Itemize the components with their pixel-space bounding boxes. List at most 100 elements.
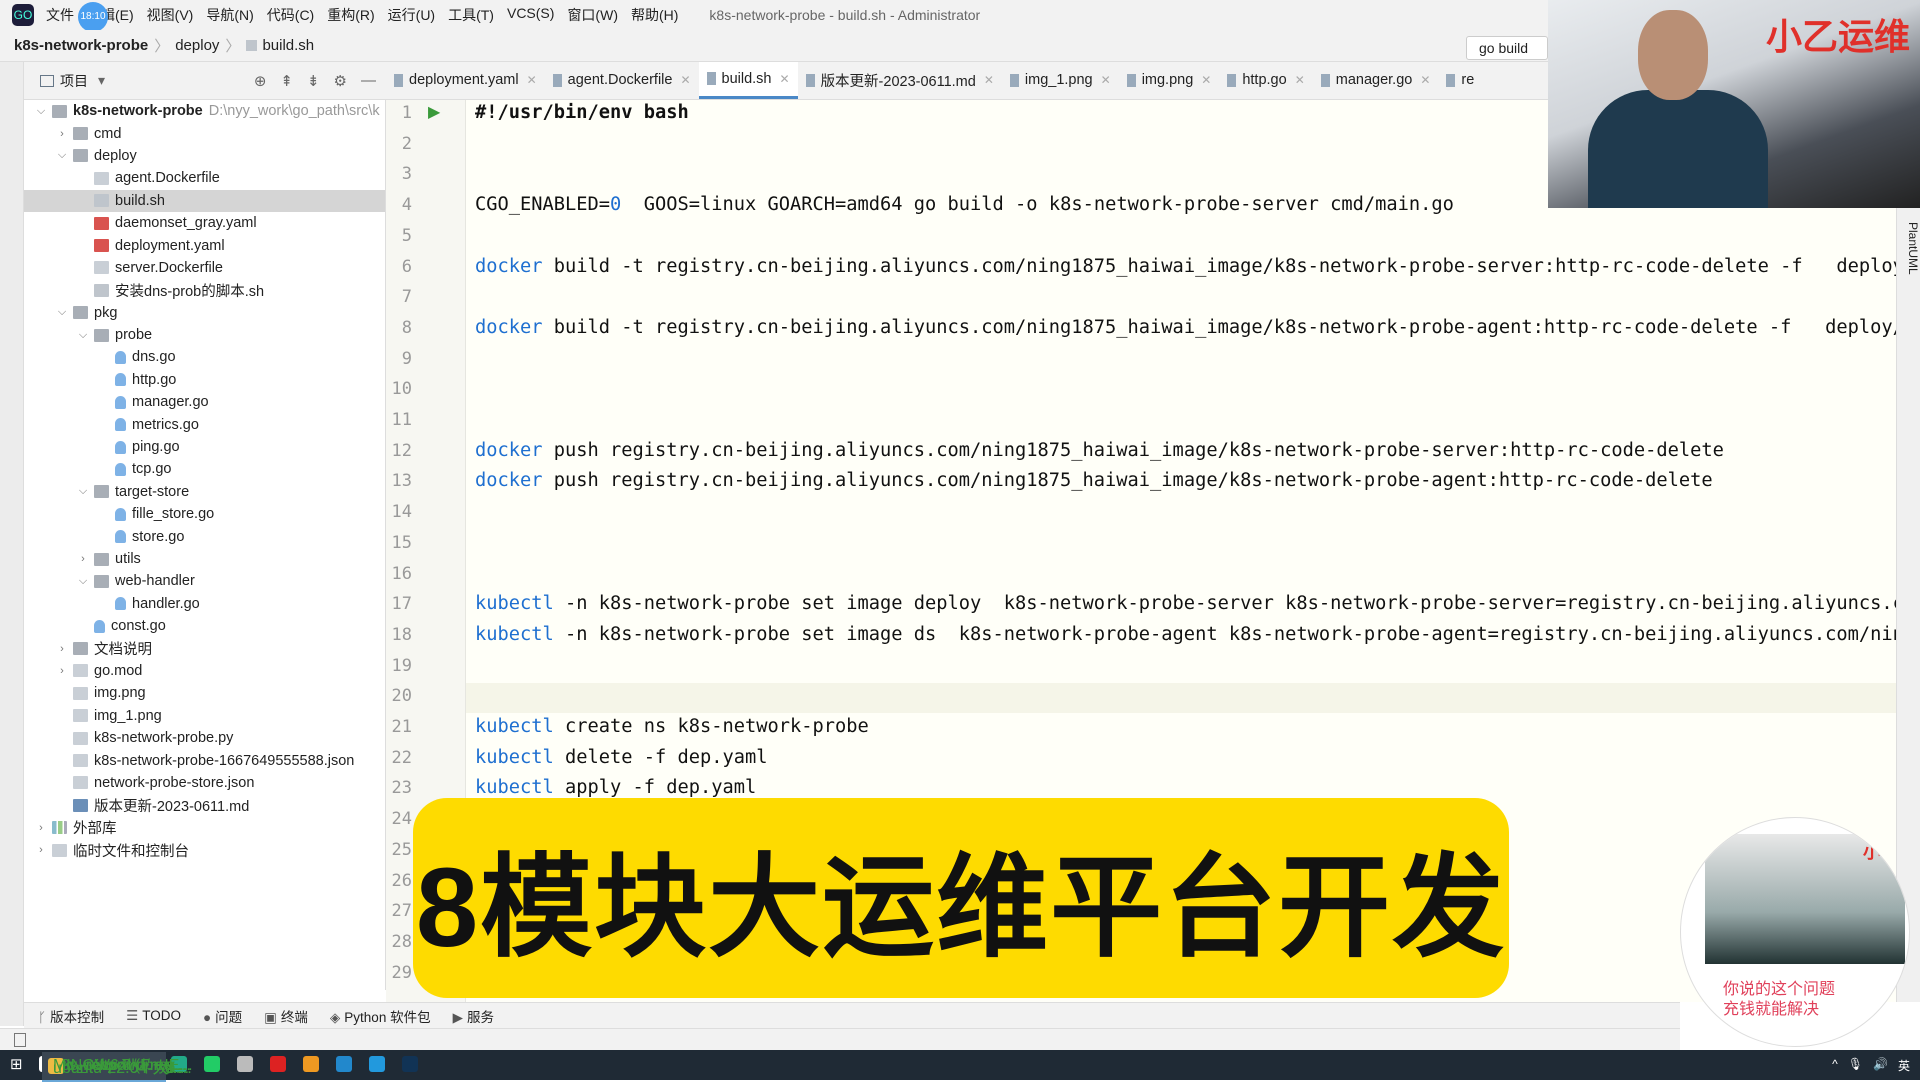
expand-all-icon[interactable]: ⇞ [280,72,293,90]
taskbar-app[interactable] [396,1050,429,1080]
tree-item[interactable]: ⌵ pkg [24,302,385,324]
run-gutter-icon[interactable]: ▶ [428,102,440,122]
taskbar-app[interactable] [264,1050,297,1080]
collapse-all-icon[interactable]: ⇟ [307,72,320,90]
tree-item[interactable]: fille_store.go [24,503,385,525]
tab-img-1-png[interactable]: img_1.png ✕ [1002,62,1119,99]
tree-item[interactable]: http.go [24,369,385,391]
start-icon[interactable]: ⊞ [0,1050,33,1080]
menu-item[interactable]: 重构(R) [327,5,374,25]
breadcrumb-root[interactable]: k8s-network-probe [14,37,148,54]
hide-icon[interactable]: — [361,72,376,90]
tree-item[interactable]: network-probe-store.json [24,772,385,794]
taskbar-app[interactable] [363,1050,396,1080]
chevron-right-icon[interactable]: › [55,665,69,677]
chevron-right-icon[interactable]: › [55,643,69,655]
tree-item[interactable]: metrics.go [24,413,385,435]
tree-item[interactable]: const.go [24,615,385,637]
tree-item[interactable]: build.sh [24,189,385,212]
tab-deployment-yaml[interactable]: deployment.yaml ✕ [386,62,545,99]
tree-item[interactable]: deployment.yaml [24,234,385,256]
menu-item[interactable]: 运行(U) [388,5,435,25]
tree-item[interactable]: k8s-network-probe.py [24,727,385,749]
tool-terminal[interactable]: ▣ 终端 [264,1006,308,1026]
locate-icon[interactable]: ⊕ [254,72,267,90]
chevron-up-icon[interactable]: ^ [1832,1057,1838,1074]
menu-item[interactable]: 导航(N) [206,5,253,25]
smiley-icon[interactable]: ☺ [1886,998,1908,1020]
breadcrumb-folder[interactable]: deploy [175,37,219,54]
close-icon[interactable]: ✕ [527,73,537,87]
chevron-down-icon[interactable]: ⌵ [76,485,90,498]
tree-item[interactable]: daemonset_gray.yaml [24,212,385,234]
close-icon[interactable]: ✕ [1201,73,1211,87]
tool-list[interactable]: ☰ TODO [126,1008,181,1024]
tree-item[interactable]: tcp.go [24,458,385,480]
tab--2023-0611-md[interactable]: 版本更新-2023-0611.md ✕ [798,62,1002,99]
taskbar-app[interactable] [330,1050,363,1080]
layout-icon[interactable] [14,1033,26,1047]
menu-item[interactable]: 文件 [46,5,74,25]
chevron-down-icon[interactable]: ⌵ [76,329,90,342]
chevron-down-icon[interactable]: ⌵ [76,575,90,588]
menu-item[interactable]: 工具(T) [448,5,494,25]
tree-item[interactable]: k8s-network-probe-1667649555588.json [24,749,385,771]
taskbar-app[interactable] [297,1050,330,1080]
tab-agent-dockerfile[interactable]: agent.Dockerfile ✕ [545,62,699,99]
tree-item[interactable]: ⌵ k8s-network-probe D:\nyy_work\go_path\sr… [24,100,385,122]
chevron-down-icon[interactable]: ⌵ [34,105,48,118]
menu-item[interactable]: VCS(S) [507,5,554,25]
tree-item[interactable]: ping.go [24,436,385,458]
close-icon[interactable]: ✕ [1420,73,1430,87]
chevron-down-icon[interactable]: ⌵ [55,149,69,162]
tree-item[interactable]: › utils [24,548,385,570]
tab-manager-go[interactable]: manager.go ✕ [1313,62,1439,99]
microphone-icon[interactable]: 🎙 [1848,1057,1863,1074]
tree-item[interactable]: ⌵ web-handler [24,570,385,592]
breadcrumb-file[interactable]: build.sh [262,37,314,54]
volume-icon[interactable]: 🔊 [1873,1057,1888,1074]
close-icon[interactable]: ✕ [1295,73,1305,87]
tree-item[interactable]: › 临时文件和控制台 [24,839,385,861]
tree-item[interactable]: › 文档说明 [24,637,385,659]
menu-item[interactable]: 代码(C) [267,5,314,25]
tab-http-go[interactable]: http.go ✕ [1219,62,1312,99]
tool-branch[interactable]: ᚴ 版本控制 [38,1006,104,1026]
project-view-select[interactable]: 项目 [60,71,88,91]
tree-item[interactable]: 安装dns-prob的脚本.sh [24,279,385,301]
close-icon[interactable]: ✕ [680,73,690,87]
tree-item[interactable]: img.png [24,682,385,704]
tree-item[interactable]: › 外部库 [24,817,385,839]
tree-item[interactable]: 版本更新-2023-0611.md [24,794,385,816]
menu-item[interactable]: 帮助(H) [631,5,678,25]
tree-item[interactable]: store.go [24,525,385,547]
gear-icon[interactable]: ⚙ [334,72,347,90]
chevron-right-icon[interactable]: › [76,553,90,565]
chevron-down-icon[interactable]: ⌵ [55,306,69,319]
close-icon[interactable]: ✕ [1101,73,1111,87]
close-icon[interactable]: ✕ [780,72,790,86]
ime-indicator[interactable]: 英 [1898,1057,1910,1074]
tool-alert[interactable]: ● 问题 [203,1006,242,1026]
close-icon[interactable]: ✕ [984,73,994,87]
tab-build-sh[interactable]: build.sh ✕ [698,62,798,99]
run-config-select[interactable]: go build [1466,36,1548,60]
taskbar-app[interactable]: MINGW64:/d/nyy... [42,1052,187,1082]
menu-item[interactable]: 视图(V) [147,5,194,25]
tab-img-png[interactable]: img.png ✕ [1119,62,1220,99]
tree-item[interactable]: dns.go [24,346,385,368]
menu-item[interactable]: 窗口(W) [567,5,618,25]
tree-item[interactable]: manager.go [24,391,385,413]
tree-item[interactable]: img_1.png [24,705,385,727]
chevron-down-icon[interactable]: ▾ [98,72,105,89]
tree-item[interactable]: ⌵ probe [24,324,385,346]
chevron-right-icon[interactable]: › [34,844,48,856]
chevron-right-icon[interactable]: › [34,822,48,834]
tree-item[interactable]: ⌵ target-store [24,481,385,503]
tree-item[interactable]: › cmd [24,122,385,144]
taskbar-app[interactable] [231,1050,264,1080]
tab-re[interactable]: re [1438,62,1482,99]
tool-layers[interactable]: ◈ Python 软件包 [330,1006,431,1026]
tree-item[interactable]: handler.go [24,593,385,615]
tree-item[interactable]: ⌵ deploy [24,145,385,167]
